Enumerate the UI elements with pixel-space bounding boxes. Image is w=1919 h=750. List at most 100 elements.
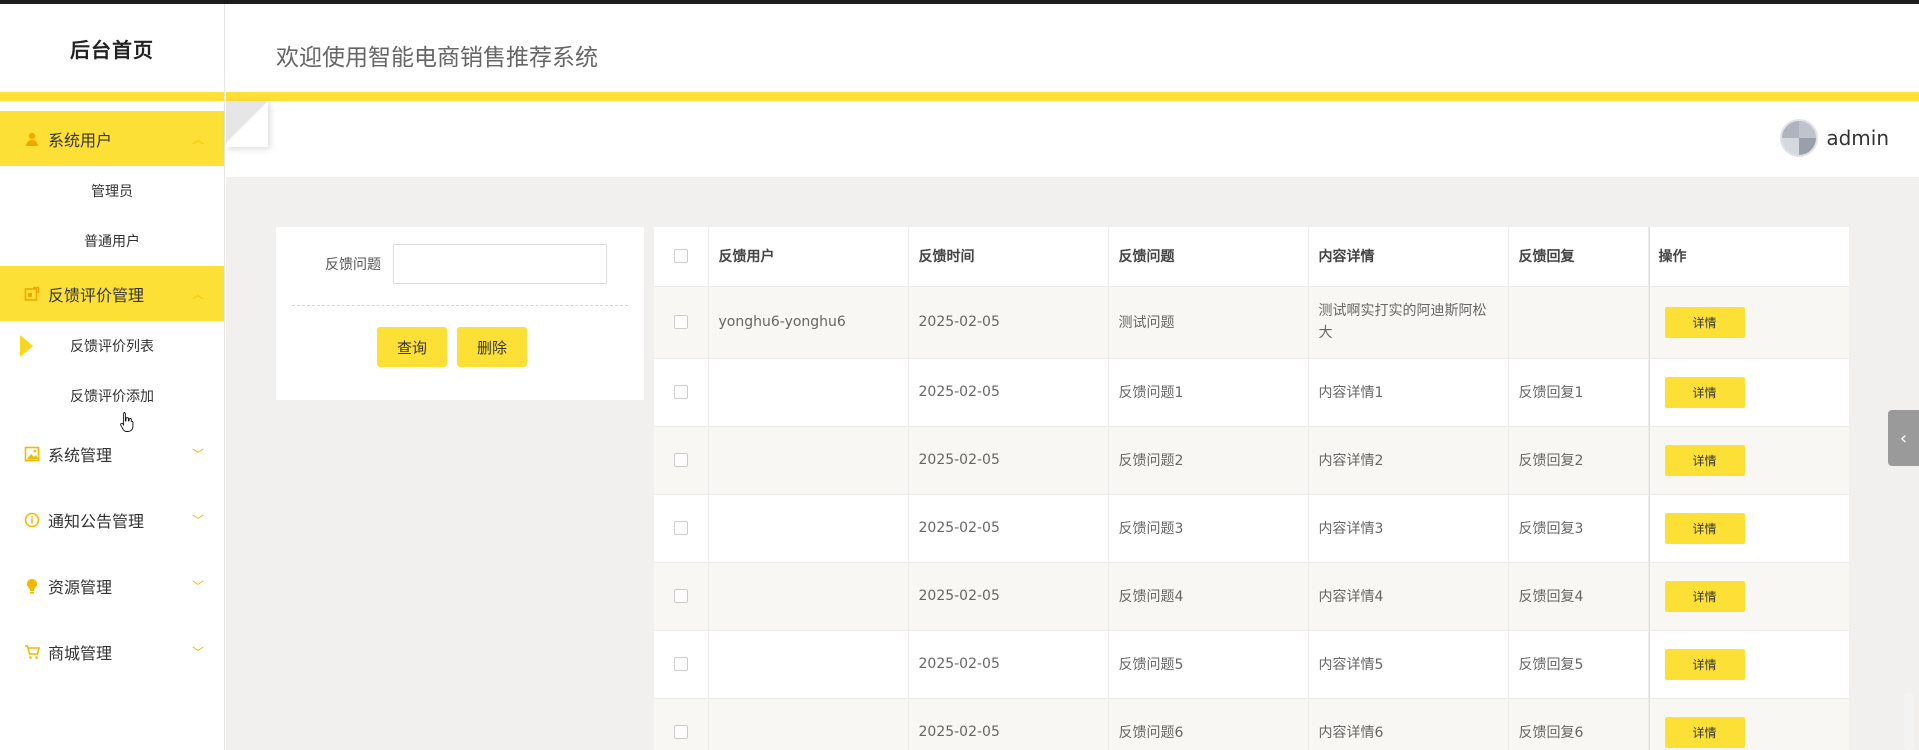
- sidebar-item-regular-users[interactable]: 普通用户: [0, 216, 224, 266]
- cell-user: [708, 562, 909, 631]
- feedback-question-label: 反馈问题: [325, 257, 381, 273]
- menu-group-label: 系统用户: [48, 130, 113, 150]
- brand-title[interactable]: 后台首页: [0, 4, 224, 92]
- select-all-checkbox[interactable]: [673, 249, 688, 264]
- delete-button[interactable]: 删除: [457, 327, 528, 367]
- row-checkbox[interactable]: [673, 385, 688, 399]
- sidebar-item-label: 反馈评价列表: [70, 339, 154, 355]
- cell-time: 2025-02-05: [908, 698, 1109, 750]
- main-content: 反馈问题 查询 删除 反馈用户 反馈时间 反馈问题 内容详情 反馈回复 操作 y…: [226, 177, 1919, 750]
- table-row: 2025-02-05 反馈问题2 内容详情2 反馈回复2 详情: [654, 426, 1849, 495]
- menu-group-system-management[interactable]: 系统管理 ﹀: [0, 421, 224, 487]
- cell-time: 2025-02-05: [908, 562, 1109, 631]
- user-menu[interactable]: admin: [1780, 119, 1889, 157]
- info-icon: [24, 512, 40, 528]
- chevron-down-icon: ﹀: [191, 513, 204, 528]
- avatar[interactable]: [1780, 119, 1819, 157]
- cell-detail: 测试啊实打实的阿迪斯阿松大: [1308, 286, 1509, 359]
- cell-detail: 内容详情1: [1308, 358, 1509, 427]
- sidebar-item-admin[interactable]: 管理员: [0, 166, 224, 216]
- chevron-up-icon: ︿: [191, 287, 204, 301]
- scrollbar[interactable]: [1904, 692, 1914, 750]
- active-marker-icon: [20, 335, 33, 357]
- sub-header: admin: [226, 101, 1919, 177]
- chevron-up-icon: ︿: [191, 132, 204, 146]
- cell-question: 反馈问题6: [1108, 698, 1309, 750]
- sidebar-item-feedback-list[interactable]: 反馈评价列表: [0, 321, 224, 371]
- cell-user: [708, 698, 909, 750]
- detail-button[interactable]: 详情: [1664, 648, 1745, 680]
- query-button[interactable]: 查询: [377, 327, 448, 367]
- column-header: 反馈时间: [908, 227, 1109, 287]
- column-header: 反馈用户: [708, 227, 909, 287]
- cell-user: [708, 630, 909, 699]
- menu-group-notice-management[interactable]: 通知公告管理 ﹀: [0, 487, 224, 553]
- divider: [292, 305, 628, 306]
- cell-detail: 内容详情3: [1308, 494, 1509, 563]
- brand-accent-bar: [0, 92, 224, 101]
- menu-group-label: 资源管理: [48, 578, 113, 597]
- chevron-down-icon: ﹀: [191, 645, 204, 660]
- feedback-question-input[interactable]: [393, 244, 607, 284]
- column-header: 操作: [1648, 227, 1849, 287]
- cell-user: [708, 426, 909, 495]
- menu-group-system-users[interactable]: 系统用户 ︿: [0, 111, 224, 166]
- cell-detail: 内容详情6: [1308, 698, 1509, 750]
- collapse-corner-toggle[interactable]: [226, 101, 268, 147]
- cell-detail: 内容详情5: [1308, 630, 1509, 699]
- cell-reply: 反馈回复2: [1508, 426, 1649, 495]
- cell-question: 反馈问题4: [1108, 562, 1309, 631]
- row-checkbox[interactable]: [673, 657, 688, 671]
- cell-reply: 反馈回复3: [1508, 494, 1649, 563]
- chevron-down-icon: ﹀: [191, 579, 204, 594]
- cell-time: 2025-02-05: [908, 494, 1109, 563]
- cell-reply: 反馈回复6: [1508, 698, 1649, 750]
- side-panel-toggle[interactable]: ‹: [1888, 410, 1919, 466]
- menu-group-label: 反馈评价管理: [48, 285, 145, 305]
- column-header: 内容详情: [1308, 227, 1509, 287]
- user-icon: [24, 131, 40, 147]
- menu-group-mall-management[interactable]: 商城管理 ﹀: [0, 619, 224, 685]
- cell-reply: [1508, 286, 1649, 359]
- cell-question: 反馈问题2: [1108, 426, 1309, 495]
- cell-reply: 反馈回复4: [1508, 562, 1649, 631]
- hand-cursor-icon: [120, 412, 134, 432]
- row-checkbox[interactable]: [673, 315, 688, 329]
- cell-time: 2025-02-05: [908, 630, 1109, 699]
- cell-time: 2025-02-05: [908, 426, 1109, 495]
- chevron-down-icon: ﹀: [191, 447, 204, 462]
- table-row: 2025-02-05 反馈问题6 内容详情6 反馈回复6 详情: [654, 698, 1849, 750]
- detail-button[interactable]: 详情: [1664, 716, 1745, 748]
- menu-group-resource-management[interactable]: 资源管理 ﹀: [0, 553, 224, 619]
- detail-button[interactable]: 详情: [1664, 444, 1745, 476]
- row-checkbox[interactable]: [673, 589, 688, 603]
- row-checkbox[interactable]: [673, 725, 688, 739]
- feedback-table: 反馈用户 反馈时间 反馈问题 内容详情 反馈回复 操作 yonghu6-yong…: [654, 227, 1849, 750]
- menu-group-label: 系统管理: [48, 446, 113, 465]
- column-header: 反馈问题: [1108, 227, 1309, 287]
- cell-time: 2025-02-05: [908, 286, 1109, 359]
- sidebar-item-feedback-add[interactable]: 反馈评价添加: [0, 371, 224, 421]
- header-accent-bar: [226, 92, 1919, 101]
- detail-button[interactable]: 详情: [1664, 306, 1745, 338]
- cell-user: [708, 358, 909, 427]
- username[interactable]: admin: [1826, 126, 1889, 150]
- cell-detail: 内容详情2: [1308, 426, 1509, 495]
- table-row: 2025-02-05 反馈问题4 内容详情4 反馈回复4 详情: [654, 562, 1849, 631]
- table-header-row: 反馈用户 反馈时间 反馈问题 内容详情 反馈回复 操作: [654, 227, 1849, 287]
- menu-group-label: 商城管理: [48, 644, 113, 663]
- cell-question: 反馈问题5: [1108, 630, 1309, 699]
- row-checkbox[interactable]: [673, 453, 688, 467]
- cell-question: 反馈问题3: [1108, 494, 1309, 563]
- menu-group-label: 通知公告管理: [48, 512, 145, 531]
- row-checkbox[interactable]: [673, 521, 688, 535]
- column-header: 反馈回复: [1508, 227, 1649, 287]
- sidebar: 后台首页 系统用户 ︿ 管理员 普通用户 反馈评价管理 ︿ 反馈评价列表 反馈评…: [0, 4, 225, 750]
- cell-user: [708, 494, 909, 563]
- detail-button[interactable]: 详情: [1664, 580, 1745, 612]
- menu-group-feedback[interactable]: 反馈评价管理 ︿: [0, 266, 224, 321]
- detail-button[interactable]: 详情: [1664, 376, 1745, 408]
- search-panel: 反馈问题 查询 删除: [276, 227, 644, 400]
- detail-button[interactable]: 详情: [1664, 512, 1745, 544]
- cell-reply: 反馈回复1: [1508, 358, 1649, 427]
